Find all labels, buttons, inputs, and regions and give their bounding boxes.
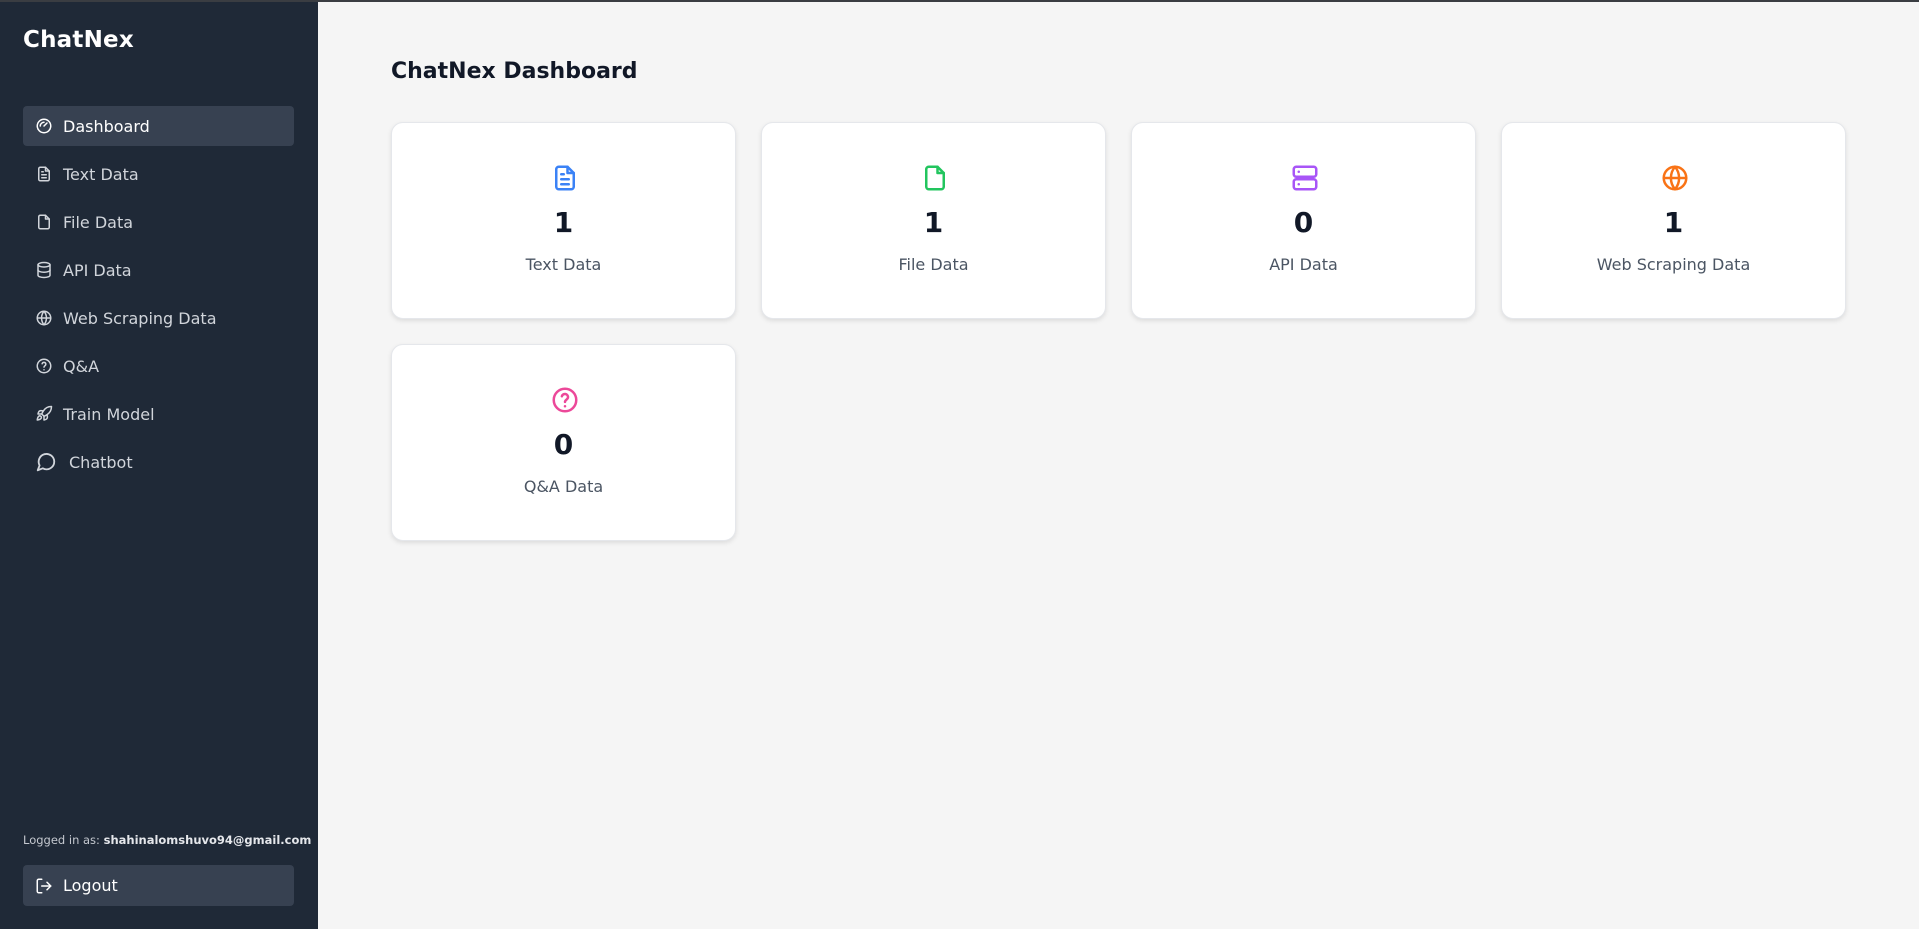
help-circle-icon bbox=[35, 357, 53, 375]
stat-card-api-data[interactable]: 0 API Data bbox=[1131, 122, 1476, 319]
sidebar-item-label: Dashboard bbox=[63, 116, 150, 136]
page-title: ChatNex Dashboard bbox=[391, 59, 638, 84]
help-circle-icon bbox=[550, 385, 580, 415]
sidebar: ChatNex Dashboard Text Data File Data AP… bbox=[0, 0, 318, 929]
stat-value: 0 bbox=[1293, 206, 1314, 239]
sidebar-nav: Dashboard Text Data File Data API Data W… bbox=[23, 106, 294, 490]
globe-icon bbox=[35, 309, 53, 327]
sidebar-item-chatbot[interactable]: Chatbot bbox=[23, 442, 294, 482]
sidebar-item-api-data[interactable]: API Data bbox=[23, 250, 294, 290]
stat-label: Web Scraping Data bbox=[1596, 255, 1751, 274]
sidebar-item-label: Chatbot bbox=[69, 452, 133, 472]
sidebar-item-label: API Data bbox=[63, 260, 132, 280]
sidebar-item-label: Train Model bbox=[63, 404, 155, 424]
file-icon bbox=[35, 213, 53, 231]
user-email: shahinalomshuvo94@gmail.com bbox=[103, 833, 312, 847]
stat-label: File Data bbox=[898, 255, 969, 274]
stat-card-text-data[interactable]: 1 Text Data bbox=[391, 122, 736, 319]
sidebar-item-label: File Data bbox=[63, 212, 134, 232]
brand-logo: ChatNex bbox=[23, 27, 134, 53]
sidebar-item-file-data[interactable]: File Data bbox=[23, 202, 294, 242]
stat-card-file-data[interactable]: 1 File Data bbox=[761, 122, 1106, 319]
stat-value: 1 bbox=[1663, 206, 1684, 239]
logout-label: Logout bbox=[63, 876, 118, 895]
logout-button[interactable]: Logout bbox=[23, 865, 294, 906]
globe-icon bbox=[1660, 163, 1690, 193]
sidebar-item-web-scraping-data[interactable]: Web Scraping Data bbox=[23, 298, 294, 338]
stat-card-web-scraping-data[interactable]: 1 Web Scraping Data bbox=[1501, 122, 1846, 319]
logged-in-prefix: Logged in as: bbox=[23, 833, 100, 847]
file-text-icon bbox=[35, 165, 53, 183]
message-circle-icon bbox=[35, 451, 57, 473]
stat-card-qa-data[interactable]: 0 Q&A Data bbox=[391, 344, 736, 541]
stat-label: Q&A Data bbox=[523, 477, 604, 496]
window-top-border bbox=[0, 0, 1919, 2]
stat-value: 1 bbox=[553, 206, 574, 239]
sidebar-item-label: Q&A bbox=[63, 356, 100, 376]
rocket-icon bbox=[35, 405, 53, 423]
sidebar-item-text-data[interactable]: Text Data bbox=[23, 154, 294, 194]
server-icon bbox=[1290, 163, 1320, 193]
logout-icon bbox=[35, 877, 53, 895]
sidebar-item-qa[interactable]: Q&A bbox=[23, 346, 294, 386]
stat-value: 1 bbox=[923, 206, 944, 239]
gauge-icon bbox=[35, 117, 53, 135]
file-text-icon bbox=[550, 163, 580, 193]
database-icon bbox=[35, 261, 53, 279]
sidebar-item-dashboard[interactable]: Dashboard bbox=[23, 106, 294, 146]
file-icon bbox=[920, 163, 950, 193]
sidebar-item-train-model[interactable]: Train Model bbox=[23, 394, 294, 434]
stat-label: API Data bbox=[1269, 255, 1338, 274]
sidebar-item-label: Text Data bbox=[63, 164, 139, 184]
stat-label: Text Data bbox=[525, 255, 602, 274]
sidebar-item-label: Web Scraping Data bbox=[63, 308, 217, 328]
stat-value: 0 bbox=[553, 428, 574, 461]
logged-in-info: Logged in as: shahinalomshuvo94@gmail.co… bbox=[23, 833, 311, 847]
